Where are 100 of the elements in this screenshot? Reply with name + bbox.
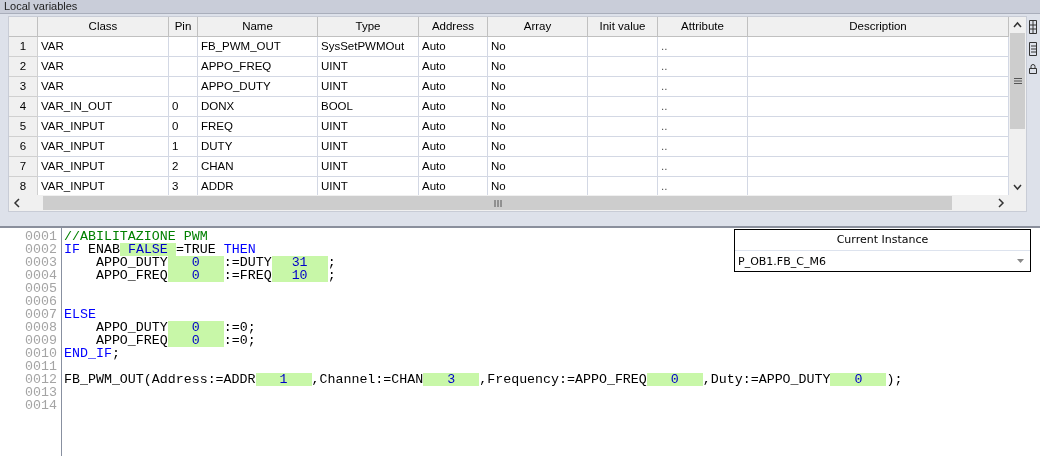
table-cell (588, 77, 658, 97)
table-cell: No (488, 77, 588, 97)
table-cell (588, 137, 658, 157)
table-cell (169, 37, 198, 57)
table-cell: .. (658, 157, 748, 177)
keyword: ELSE (64, 307, 96, 322)
code-text: ); (886, 372, 903, 387)
watch-value: 31 (271, 256, 328, 269)
watch-value: 1 (255, 373, 312, 386)
table-cell: UINT (318, 57, 419, 77)
line-number: 0001 (24, 230, 58, 243)
table-cell: 0 (169, 97, 198, 117)
table-cell: APPO_FREQ (198, 57, 318, 77)
keyword: THEN (223, 242, 256, 257)
code-text: =TRUE (175, 242, 217, 257)
column-header: Name (198, 17, 318, 37)
code-text: ENAB (86, 242, 120, 257)
watch-value: FALSE (119, 243, 176, 256)
table-cell: BOOL (318, 97, 419, 117)
line-number: 0014 (24, 399, 58, 412)
table-cell: .. (658, 97, 748, 117)
instance-dropdown[interactable]: P_OB1.FB_C_M6 (735, 251, 1030, 271)
code-text: :=0; (223, 320, 256, 335)
line-number: 0006 (24, 295, 58, 308)
code-text: ; (327, 268, 336, 283)
table-cell: UINT (318, 77, 419, 97)
code-text: ; (327, 255, 336, 270)
table-cell: Auto (419, 97, 488, 117)
table-cell (169, 77, 198, 97)
table-cell: .. (658, 37, 748, 57)
line-number: 0007 (24, 308, 58, 321)
table-cell: 0 (169, 117, 198, 137)
line-number: 0005 (24, 282, 58, 295)
table-cell: UINT (318, 137, 419, 157)
watch-value: 0 (167, 334, 224, 347)
code-text: APPO_DUTY (94, 320, 168, 335)
table-cell: APPO_DUTY (198, 77, 318, 97)
list-icon[interactable] (1029, 42, 1037, 56)
table-cell: No (488, 57, 588, 77)
table-cell: No (488, 37, 588, 57)
line-number: 0011 (24, 360, 58, 373)
code-text: :=DUTY (223, 255, 272, 270)
line-number: 0009 (24, 334, 58, 347)
column-header: Class (38, 17, 169, 37)
table-cell: DONX (198, 97, 318, 117)
keyword: IF (64, 242, 80, 257)
column-header: Init value (588, 17, 658, 37)
scrollbar-thumb[interactable] (1010, 33, 1025, 129)
table-cell: UINT (318, 117, 419, 137)
table-cell: .. (658, 57, 748, 77)
table-cell: VAR_IN_OUT (38, 97, 169, 117)
table-cell: Auto (419, 77, 488, 97)
table-cell: .. (658, 77, 748, 97)
keyword: END_IF (64, 346, 112, 361)
table-cell (588, 157, 658, 177)
panel-title: Local variables (0, 0, 1040, 14)
code-text: ,Frequency:=APPO_FREQ (479, 372, 647, 387)
column-header: Description (748, 17, 1009, 37)
watch-value: 10 (271, 269, 328, 282)
grid-icon[interactable] (1029, 20, 1037, 34)
table-cell: VAR_INPUT (38, 157, 169, 177)
table-cell: VAR_INPUT (38, 137, 169, 157)
line-number: 0008 (24, 321, 58, 334)
code-text: FB_PWM_OUT(Address:=ADDR (64, 372, 256, 387)
table-corner (9, 17, 38, 37)
column-header: Array (488, 17, 588, 37)
line-number: 0012 (24, 373, 58, 386)
line-number: 0013 (24, 386, 58, 399)
column-header: Address (419, 17, 488, 37)
table-cell: 2 (169, 157, 198, 177)
table-cell (588, 37, 658, 57)
table-cell: FREQ (198, 117, 318, 137)
code-text: APPO_FREQ (94, 333, 168, 348)
line-number: 0003 (24, 256, 58, 269)
table-cell: Auto (419, 117, 488, 137)
row-number: 7 (9, 157, 38, 177)
scrollbar-thumb[interactable] (43, 196, 952, 210)
table-cell: SysSetPWMOut (318, 37, 419, 57)
row-number: 8 (9, 177, 38, 195)
table-cell: UINT (318, 157, 419, 177)
table-cell: Auto (419, 37, 488, 57)
code-text: ,Channel:=CHAN (311, 372, 424, 387)
table-cell: No (488, 117, 588, 137)
line-number: 0010 (24, 347, 58, 360)
table-cell: FB_PWM_OUT (198, 37, 318, 57)
watch-value: 0 (167, 269, 224, 282)
line-number: 0004 (24, 269, 58, 282)
table-cell: VAR (38, 57, 169, 77)
table-cell: No (488, 137, 588, 157)
table-cell (588, 97, 658, 117)
code-comment: //ABILITAZIONE PWM (64, 229, 208, 244)
table-cell: .. (658, 117, 748, 137)
table-cell: VAR_INPUT (38, 117, 169, 137)
lock-icon[interactable] (1029, 64, 1037, 74)
table-cell: VAR (38, 37, 169, 57)
table-cell (169, 57, 198, 77)
table-cell (588, 57, 658, 77)
table-cell: No (488, 97, 588, 117)
row-number: 5 (9, 117, 38, 137)
code-text: APPO_FREQ (94, 268, 168, 283)
